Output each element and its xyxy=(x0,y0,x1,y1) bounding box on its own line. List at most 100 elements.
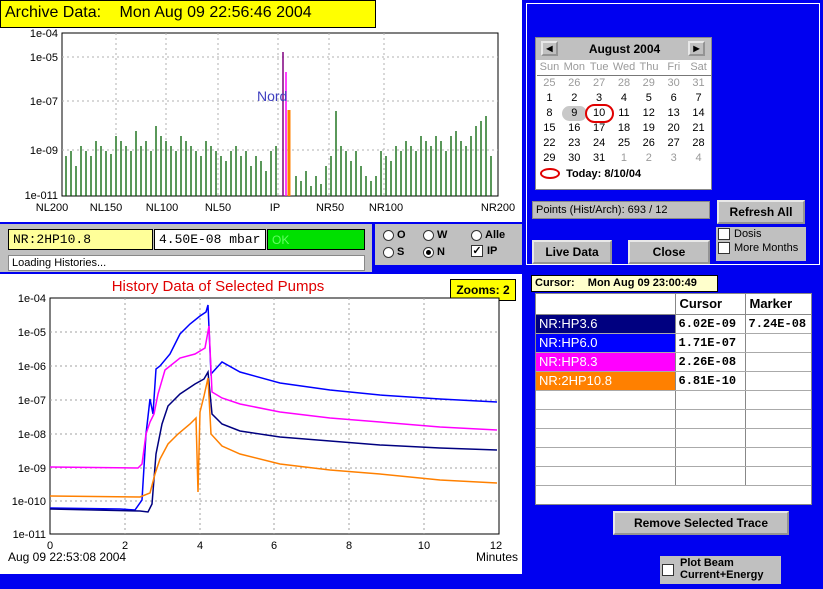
today-circle-icon xyxy=(540,168,560,180)
dosis-checkbox-box xyxy=(718,228,730,241)
weekday: Sun xyxy=(539,61,560,74)
plot-beam-label: Plot Beam Current+Energy xyxy=(680,557,763,581)
live-data-button[interactable]: Live Data xyxy=(532,240,612,264)
calendar-day[interactable]: 11 xyxy=(612,106,637,121)
x-tick: NL150 xyxy=(90,202,122,214)
calendar-day[interactable]: 5 xyxy=(636,91,661,106)
calendar[interactable]: ◀ August 2004 ▶ Sun Mon Tue Wed Thu Fri … xyxy=(535,37,712,190)
calendar-day[interactable]: 12 xyxy=(636,106,661,121)
checkbox-ip[interactable]: ✓ IP xyxy=(471,245,498,258)
calendar-day[interactable]: 30 xyxy=(661,76,686,91)
pump-status: OK xyxy=(267,229,365,250)
calendar-day[interactable]: 2 xyxy=(562,91,587,106)
calendar-day[interactable]: 24 xyxy=(587,136,612,151)
calendar-day[interactable]: 26 xyxy=(562,76,587,91)
calendar-day[interactable]: 23 xyxy=(562,136,587,151)
cursor-table[interactable]: Cursor Marker NR:HP3.6 6.02E-09 7.24E-08 NR… xyxy=(536,294,811,486)
calendar-day[interactable]: 4 xyxy=(612,91,637,106)
y-tick: 1e-06 xyxy=(18,361,46,373)
calendar-day[interactable]: 29 xyxy=(636,76,661,91)
calendar-day[interactable]: 3 xyxy=(661,151,686,166)
weekday: Tue xyxy=(589,61,609,74)
next-month-button[interactable]: ▶ xyxy=(688,41,705,56)
plot-beam-checkbox[interactable]: Plot Beam Current+Energy xyxy=(660,556,781,584)
calendar-week: 8 9 10 11 12 13 14 xyxy=(537,103,711,123)
calendar-day[interactable]: 2 xyxy=(636,151,661,166)
x-tick: 8 xyxy=(346,540,352,552)
history-panel: History Data of Selected Pumps Zooms: 2 … xyxy=(0,274,522,574)
empty-row xyxy=(536,447,811,467)
calendar-day[interactable]: 20 xyxy=(661,121,686,136)
calendar-day[interactable]: 6 xyxy=(661,91,686,106)
calendar-day[interactable]: 21 xyxy=(686,121,711,136)
calendar-day[interactable]: 25 xyxy=(537,76,562,91)
cursor-row[interactable]: NR:HP8.3 2.26E-08 xyxy=(536,352,811,372)
radio-n[interactable]: N xyxy=(423,246,445,258)
calendar-day[interactable]: 8 xyxy=(537,106,562,121)
radio-w[interactable]: W xyxy=(423,229,447,241)
remove-selected-trace-button[interactable]: Remove Selected Trace xyxy=(613,511,789,535)
calendar-day[interactable]: 22 xyxy=(537,136,562,151)
cursor-row[interactable]: NR:HP6.0 1.71E-07 xyxy=(536,333,811,353)
calendar-day[interactable]: 4 xyxy=(686,151,711,166)
calendar-day[interactable]: 15 xyxy=(537,121,562,136)
calendar-day[interactable]: 27 xyxy=(587,76,612,91)
radio-s-label: S xyxy=(397,246,405,258)
cursor-table-header: Cursor Marker xyxy=(536,294,811,315)
calendar-day[interactable]: 25 xyxy=(612,136,637,151)
archive-x-ticks: NL200 NL150 NL100 NL50 IP NR50 NR100 NR2… xyxy=(36,202,515,214)
cursor-header: Cursor: Mon Aug 09 23:00:49 xyxy=(531,275,718,292)
x-tick: 10 xyxy=(418,540,430,552)
more-months-checkbox[interactable]: More Months xyxy=(718,242,804,255)
radio-w-dot xyxy=(423,229,434,241)
cursor-label: Cursor: xyxy=(535,277,575,289)
calendar-days: 25 26 27 28 29 30 31 1 2 3 4 5 6 7 8 9 10 11 12 13 14 15 16 17 1… xyxy=(537,76,711,166)
calendar-day[interactable]: 14 xyxy=(686,106,711,121)
close-button[interactable]: Close xyxy=(628,240,710,264)
cursor-value: 6.81E-10 xyxy=(675,371,746,391)
calendar-day[interactable]: 9 xyxy=(561,105,587,121)
radio-alle[interactable]: Alle xyxy=(471,229,505,241)
calendar-day[interactable]: 13 xyxy=(661,106,686,121)
calendar-day[interactable]: 28 xyxy=(612,76,637,91)
calendar-day[interactable]: 31 xyxy=(686,76,711,91)
y-tick: 1e-07 xyxy=(30,96,58,108)
pump-value-field: 4.50E-08 mbar xyxy=(154,229,266,250)
pump-name-field[interactable]: NR:2HP10.8 xyxy=(8,229,153,250)
calendar-day[interactable]: 10 xyxy=(584,103,614,123)
calendar-day[interactable]: 29 xyxy=(537,151,562,166)
checkbox-ip-label: IP xyxy=(487,245,498,257)
calendar-day[interactable]: 1 xyxy=(612,151,637,166)
marker-value xyxy=(745,371,811,391)
y-tick: 1e-05 xyxy=(18,327,46,339)
trace-name: NR:HP6.0 xyxy=(536,333,676,353)
calendar-day[interactable]: 19 xyxy=(636,121,661,136)
radio-o[interactable]: O xyxy=(383,229,406,241)
options-box: Dosis More Months xyxy=(716,227,806,261)
radio-s[interactable]: S xyxy=(383,246,404,258)
x-tick: 4 xyxy=(197,540,203,552)
history-chart[interactable]: 1e-04 1e-05 1e-06 1e-07 1e-08 1e-09 1e-0… xyxy=(0,274,522,574)
calendar-day[interactable]: 31 xyxy=(587,151,612,166)
calendar-week: 29 30 31 1 2 3 4 xyxy=(537,151,711,166)
calendar-day[interactable]: 27 xyxy=(661,136,686,151)
today-row[interactable]: Today: 8/10/04 xyxy=(536,166,711,182)
calendar-day[interactable]: 28 xyxy=(686,136,711,151)
calendar-week: 1234567 xyxy=(537,91,711,106)
cursor-row[interactable]: NR:2HP10.8 6.81E-10 xyxy=(536,371,811,391)
cursor-row[interactable]: NR:HP3.6 6.02E-09 7.24E-08 xyxy=(536,314,811,334)
calendar-month: August 2004 xyxy=(588,42,661,56)
plot-beam-line2: Current+Energy xyxy=(680,569,764,581)
calendar-day[interactable]: 3 xyxy=(587,91,612,106)
refresh-all-button[interactable]: Refresh All xyxy=(717,200,805,224)
dosis-checkbox[interactable]: Dosis xyxy=(718,228,804,241)
radio-n-dot xyxy=(423,246,434,258)
calendar-day[interactable]: 18 xyxy=(612,121,637,136)
calendar-day[interactable]: 17 xyxy=(587,121,612,136)
calendar-day[interactable]: 16 xyxy=(562,121,587,136)
calendar-day[interactable]: 1 xyxy=(537,91,562,106)
archive-chart[interactable]: Nord 1e-04 1e-05 1e-07 1e-09 1e-011 NL20… xyxy=(0,0,522,222)
calendar-day[interactable]: 7 xyxy=(686,91,711,106)
calendar-day[interactable]: 26 xyxy=(636,136,661,151)
calendar-day[interactable]: 30 xyxy=(562,151,587,166)
